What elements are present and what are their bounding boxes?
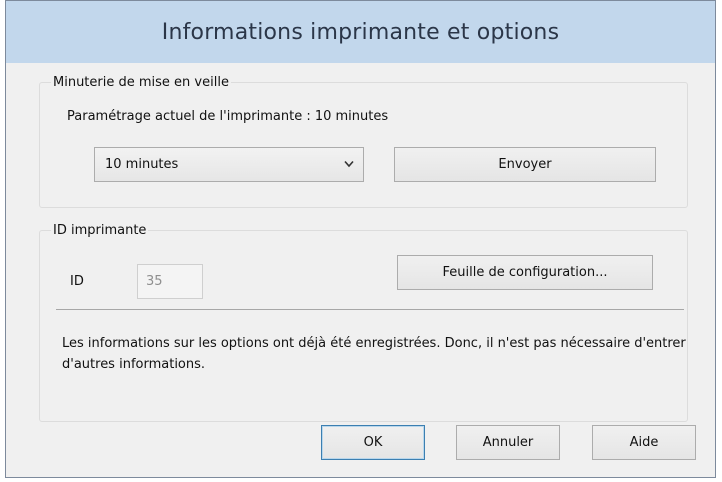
chevron-down-icon: [344, 160, 354, 168]
send-button[interactable]: Envoyer: [394, 147, 656, 182]
help-button[interactable]: Aide: [592, 425, 696, 460]
printer-info-dialog: Informations imprimante et options Minut…: [5, 0, 716, 478]
current-setting-text: Paramétrage actuel de l'imprimante : 10 …: [67, 109, 389, 124]
dialog-body: Minuterie de mise en veille Paramétrage …: [9, 63, 712, 473]
sleep-timer-dropdown[interactable]: 10 minutes: [94, 147, 364, 182]
dialog-title: Informations imprimante et options: [161, 19, 560, 45]
title-bar[interactable]: Informations imprimante et options: [6, 1, 715, 63]
ok-button[interactable]: OK: [321, 425, 425, 460]
sleep-timer-dropdown-value: 10 minutes: [105, 157, 179, 172]
sleep-timer-group-label: Minuterie de mise en veille: [51, 75, 231, 91]
printer-id-field[interactable]: 35: [137, 264, 203, 299]
configuration-sheet-button[interactable]: Feuille de configuration...: [397, 255, 653, 290]
cancel-button[interactable]: Annuler: [456, 425, 560, 460]
printer-id-group-label: ID imprimante: [51, 223, 149, 239]
group-separator: [56, 309, 684, 310]
sleep-timer-group: [39, 82, 688, 208]
printer-id-value: 35: [146, 274, 163, 289]
id-label: ID: [70, 274, 84, 289]
options-info-text: Les informations sur les options ont déj…: [62, 336, 686, 372]
